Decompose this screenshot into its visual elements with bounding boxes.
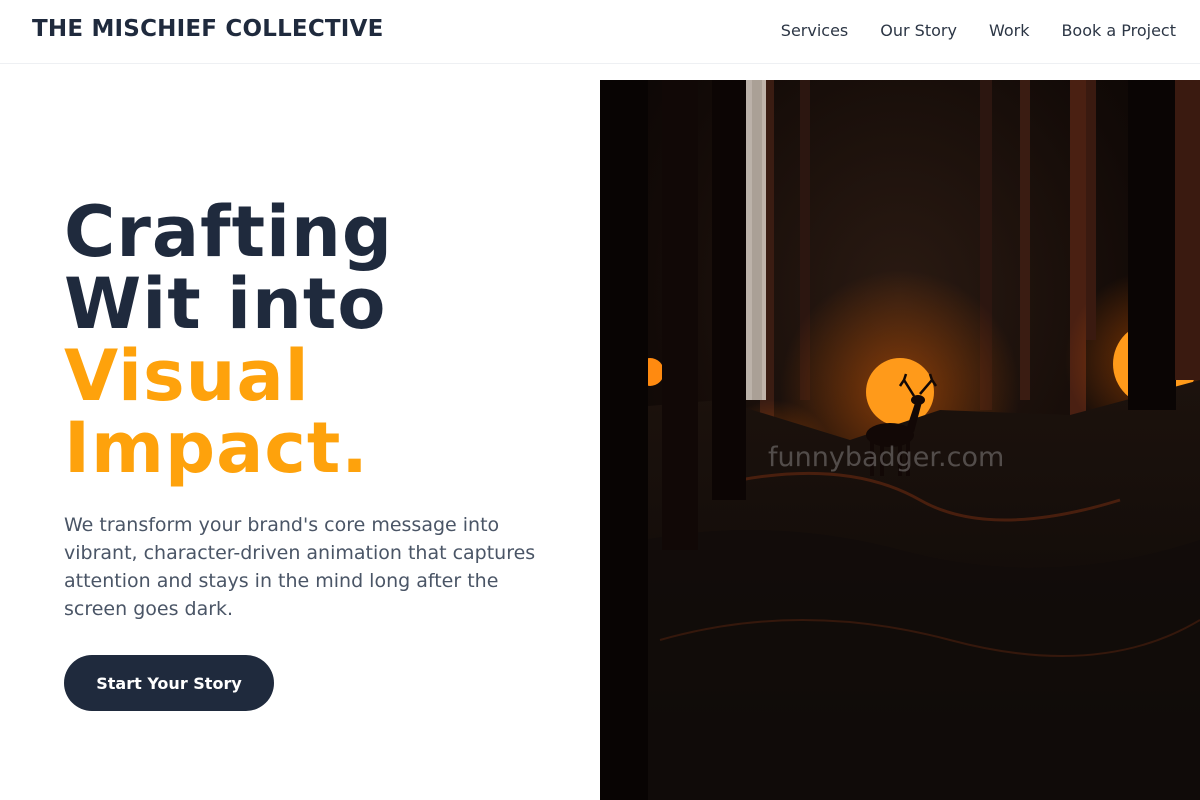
nav-services[interactable]: Services: [781, 21, 848, 40]
site-header: THE MISCHIEF COLLECTIVE Services Our Sto…: [0, 0, 1200, 64]
brand-logo[interactable]: THE MISCHIEF COLLECTIVE: [32, 16, 383, 42]
hero-title-accent-line-1: Visual: [64, 335, 310, 417]
nav-work[interactable]: Work: [989, 21, 1030, 40]
start-your-story-button[interactable]: Start Your Story: [64, 655, 274, 711]
nav-book-a-project[interactable]: Book a Project: [1061, 21, 1176, 40]
image-watermark: funnybadger.com: [768, 442, 1005, 473]
hero-image: funnybadger.com: [600, 80, 1200, 800]
hero-title-line-1: Crafting: [64, 191, 393, 273]
hero-title-accent-line-2: Impact.: [64, 407, 369, 489]
hero-title: Crafting Wit into Visual Impact.: [64, 196, 393, 484]
nav-our-story[interactable]: Our Story: [880, 21, 957, 40]
main-nav: Services Our Story Work Book a Project: [781, 21, 1176, 40]
hero-description: We transform your brand's core message i…: [64, 514, 536, 620]
forest-deer-image: [600, 80, 1200, 800]
hero-title-line-2: Wit into: [64, 263, 387, 345]
